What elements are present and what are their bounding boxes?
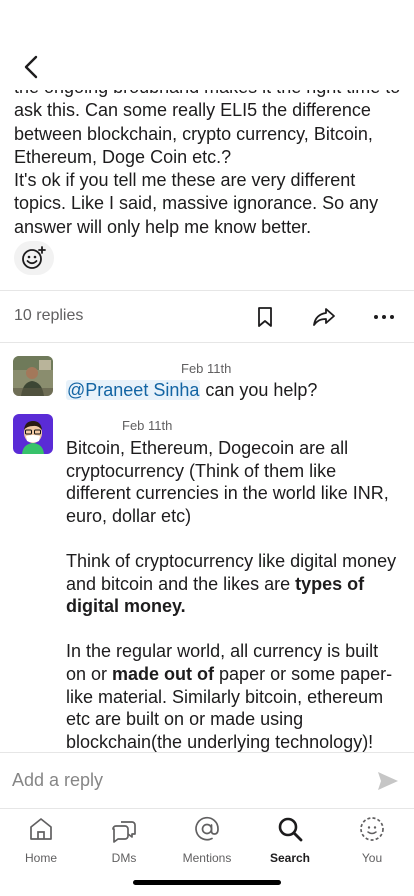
tab-label: Search <box>269 851 311 865</box>
tab-you[interactable]: You <box>337 815 407 871</box>
bookmark-icon <box>258 307 272 327</box>
more-actions-button[interactable] <box>371 304 397 330</box>
post-paragraph-1: the ongoing broubhand makes it the right… <box>14 77 400 167</box>
tab-dms[interactable]: DMs <box>89 815 159 871</box>
share-icon <box>313 308 335 326</box>
reply-composer: Add a reply <box>0 752 414 808</box>
tab-label: You <box>361 851 383 865</box>
dms-icon <box>112 821 136 843</box>
you-icon <box>360 817 384 841</box>
reply-message: Feb 11th @Praneet Sinha can you help? <box>0 350 414 408</box>
header <box>0 0 414 90</box>
divider <box>0 290 414 291</box>
back-button[interactable] <box>18 52 46 82</box>
post-paragraph-2: It's ok if you tell me these are very di… <box>14 170 379 237</box>
parent-post: the ongoing broubhand makes it the right… <box>0 72 414 286</box>
chevron-left-icon <box>24 55 38 79</box>
save-button[interactable] <box>252 304 278 330</box>
avatar[interactable] <box>13 414 53 454</box>
timestamp: Feb 11th <box>181 361 232 376</box>
user-illustration-avatar <box>13 414 53 454</box>
add-emoji-icon <box>22 246 46 269</box>
message-text: Bitcoin, Ethereum, Dogecoin are all cryp… <box>66 437 402 752</box>
search-icon <box>278 817 303 842</box>
tab-search[interactable]: Search <box>255 815 325 871</box>
send-icon <box>378 772 398 790</box>
mentions-icon <box>195 816 219 841</box>
message-text-rest: can you help? <box>200 380 318 400</box>
divider <box>0 342 414 343</box>
share-button[interactable] <box>311 304 337 330</box>
reply-message: Feb 11th Bitcoin, Ethereum, Dogecoin are… <box>0 408 414 752</box>
reply-count: 10 replies <box>14 307 84 324</box>
message-paragraph: In the regular world, all currency is bu… <box>66 640 402 752</box>
avatar[interactable] <box>13 356 53 396</box>
message-paragraph: Bitcoin, Ethereum, Dogecoin are all cryp… <box>66 438 389 526</box>
timestamp: Feb 11th <box>122 418 173 433</box>
tab-label: Mentions <box>182 851 232 865</box>
user-mention[interactable]: @Praneet Sinha <box>66 380 201 400</box>
message-paragraph: Think of cryptocurrency like digital mon… <box>66 550 402 618</box>
bold-text: made out of <box>112 663 215 684</box>
add-reaction-button[interactable] <box>14 241 54 275</box>
tab-home[interactable]: Home <box>6 815 76 871</box>
reply-input[interactable]: Add a reply <box>12 770 103 791</box>
home-icon <box>30 818 52 840</box>
user-photo-avatar <box>13 356 53 396</box>
post-text: the ongoing broubhand makes it the right… <box>14 76 404 239</box>
more-horizontal-icon <box>374 315 394 319</box>
thread-actions-bar: 10 replies <box>0 292 414 342</box>
message-text: @Praneet Sinha can you help? <box>66 379 406 402</box>
home-indicator <box>133 880 281 885</box>
tab-label: Home <box>24 851 57 865</box>
tab-label: DMs <box>111 851 137 865</box>
tab-mentions[interactable]: Mentions <box>172 815 242 871</box>
send-button[interactable] <box>376 769 400 793</box>
